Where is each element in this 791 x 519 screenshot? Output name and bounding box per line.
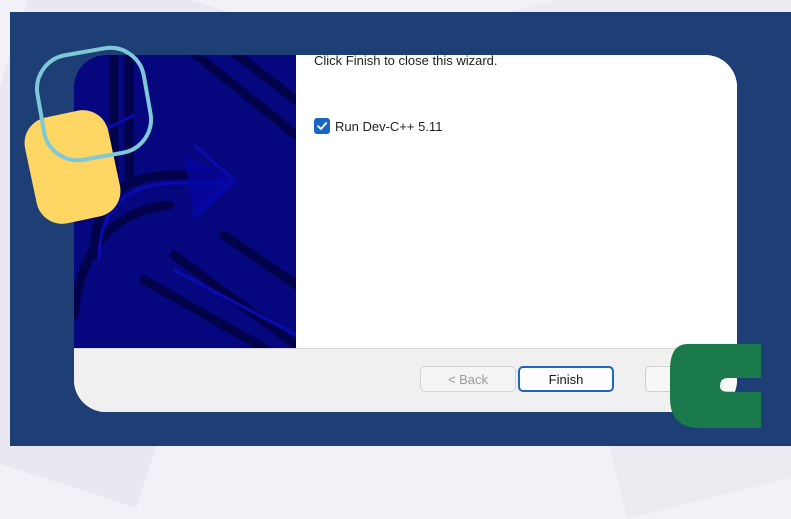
back-button[interactable]: < Back bbox=[420, 366, 516, 392]
run-checkbox-label[interactable]: Run Dev-C++ 5.11 bbox=[335, 119, 442, 134]
finish-button[interactable]: Finish bbox=[518, 366, 614, 392]
button-bar: < Back Finish C bbox=[74, 348, 737, 412]
green-c-logo bbox=[670, 344, 761, 428]
installer-window: Click Finish to close this wizard. Run D… bbox=[74, 55, 737, 412]
wizard-content: Click Finish to close this wizard. Run D… bbox=[296, 55, 737, 348]
run-checkbox[interactable] bbox=[314, 118, 330, 134]
teal-outline-decoration bbox=[35, 45, 153, 163]
intro-text: Click Finish to close this wizard. bbox=[314, 55, 498, 68]
run-checkbox-row[interactable]: Run Dev-C++ 5.11 bbox=[314, 118, 442, 134]
check-mark-icon bbox=[317, 122, 328, 130]
